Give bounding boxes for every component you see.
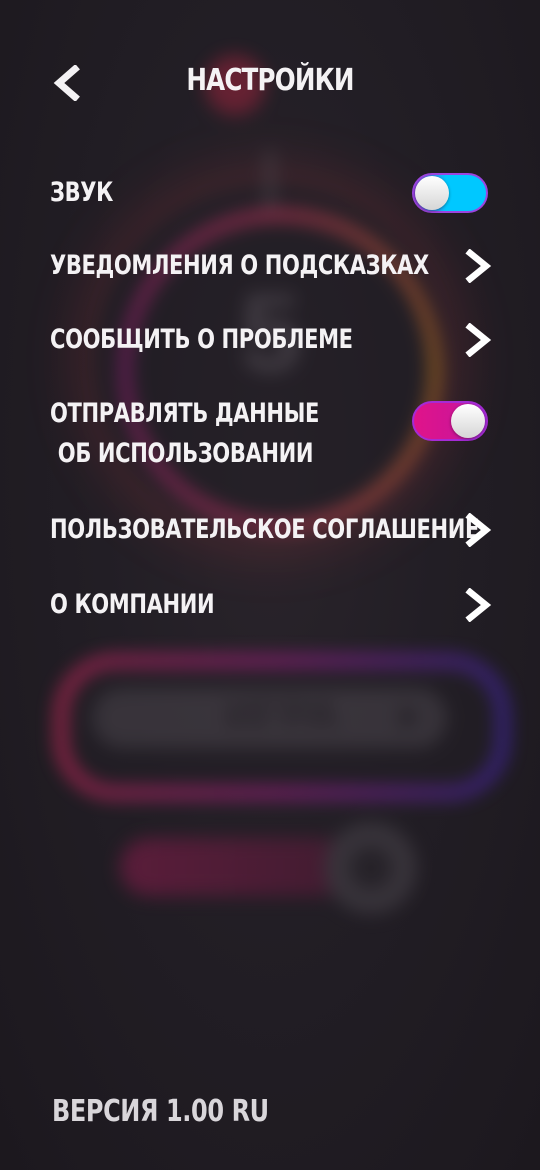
setting-row-report-problem[interactable]: СООБЩИТЬ О ПРОБЛЕМЕ — [50, 318, 500, 362]
about-company-label: О КОМПАНИИ — [50, 589, 215, 620]
background-gear-icon — [325, 822, 417, 914]
user-agreement-label: ПОЛЬЗОВАТЕЛЬСКОЕ СОГЛАШЕНИЕ — [50, 514, 479, 545]
setting-row-user-agreement[interactable]: ПОЛЬЗОВАТЕЛЬСКОЕ СОГЛАШЕНИЕ — [50, 508, 500, 552]
background-settings-pill — [120, 838, 350, 896]
setting-row-hint-notifications[interactable]: УВЕДОМЛЕНИЯ О ПОДСКАЗКАХ — [50, 244, 500, 288]
background-play-button — [92, 688, 447, 748]
setting-row-usage-data: ОТПРАВЛЯТЬ ДАННЫЕ ОБ ИСПОЛЬЗОВАНИИ — [50, 394, 500, 474]
sound-toggle-knob — [415, 176, 449, 210]
setting-row-sound: ЗВУК — [50, 170, 500, 216]
settings-screen: 5 ИГРА НАСТРОЙКИ ЗВУК УВЕДОМЛЕНИЯ О ПОДС… — [0, 0, 540, 1170]
chevron-right-icon — [465, 323, 492, 357]
sound-toggle[interactable] — [412, 173, 488, 213]
report-problem-label: СООБЩИТЬ О ПРОБЛЕМЕ — [50, 324, 353, 355]
page-title: НАСТРОЙКИ — [186, 63, 354, 98]
usage-data-label-line1: ОТПРАВЛЯТЬ ДАННЫЕ — [50, 398, 320, 429]
hint-notifications-label: УВЕДОМЛЕНИЯ О ПОДСКАЗКАХ — [50, 250, 429, 281]
usage-data-toggle-knob — [451, 404, 485, 438]
background-play-label: ИГРА — [225, 690, 339, 739]
chevron-right-icon — [465, 513, 492, 547]
setting-row-about-company[interactable]: О КОМПАНИИ — [50, 583, 500, 627]
version-label: ВЕРСИЯ 1.00 RU — [52, 1094, 269, 1129]
background-gear-center — [350, 847, 392, 889]
chevron-right-icon — [465, 249, 492, 283]
usage-data-toggle[interactable] — [412, 401, 488, 441]
header: НАСТРОЙКИ — [0, 55, 540, 111]
sound-label: ЗВУК — [50, 177, 113, 208]
background-play-frame — [55, 655, 509, 799]
chevron-right-icon — [465, 588, 492, 622]
background-play-icon — [400, 703, 422, 731]
usage-data-label-line2: ОБ ИСПОЛЬЗОВАНИИ — [57, 438, 314, 469]
